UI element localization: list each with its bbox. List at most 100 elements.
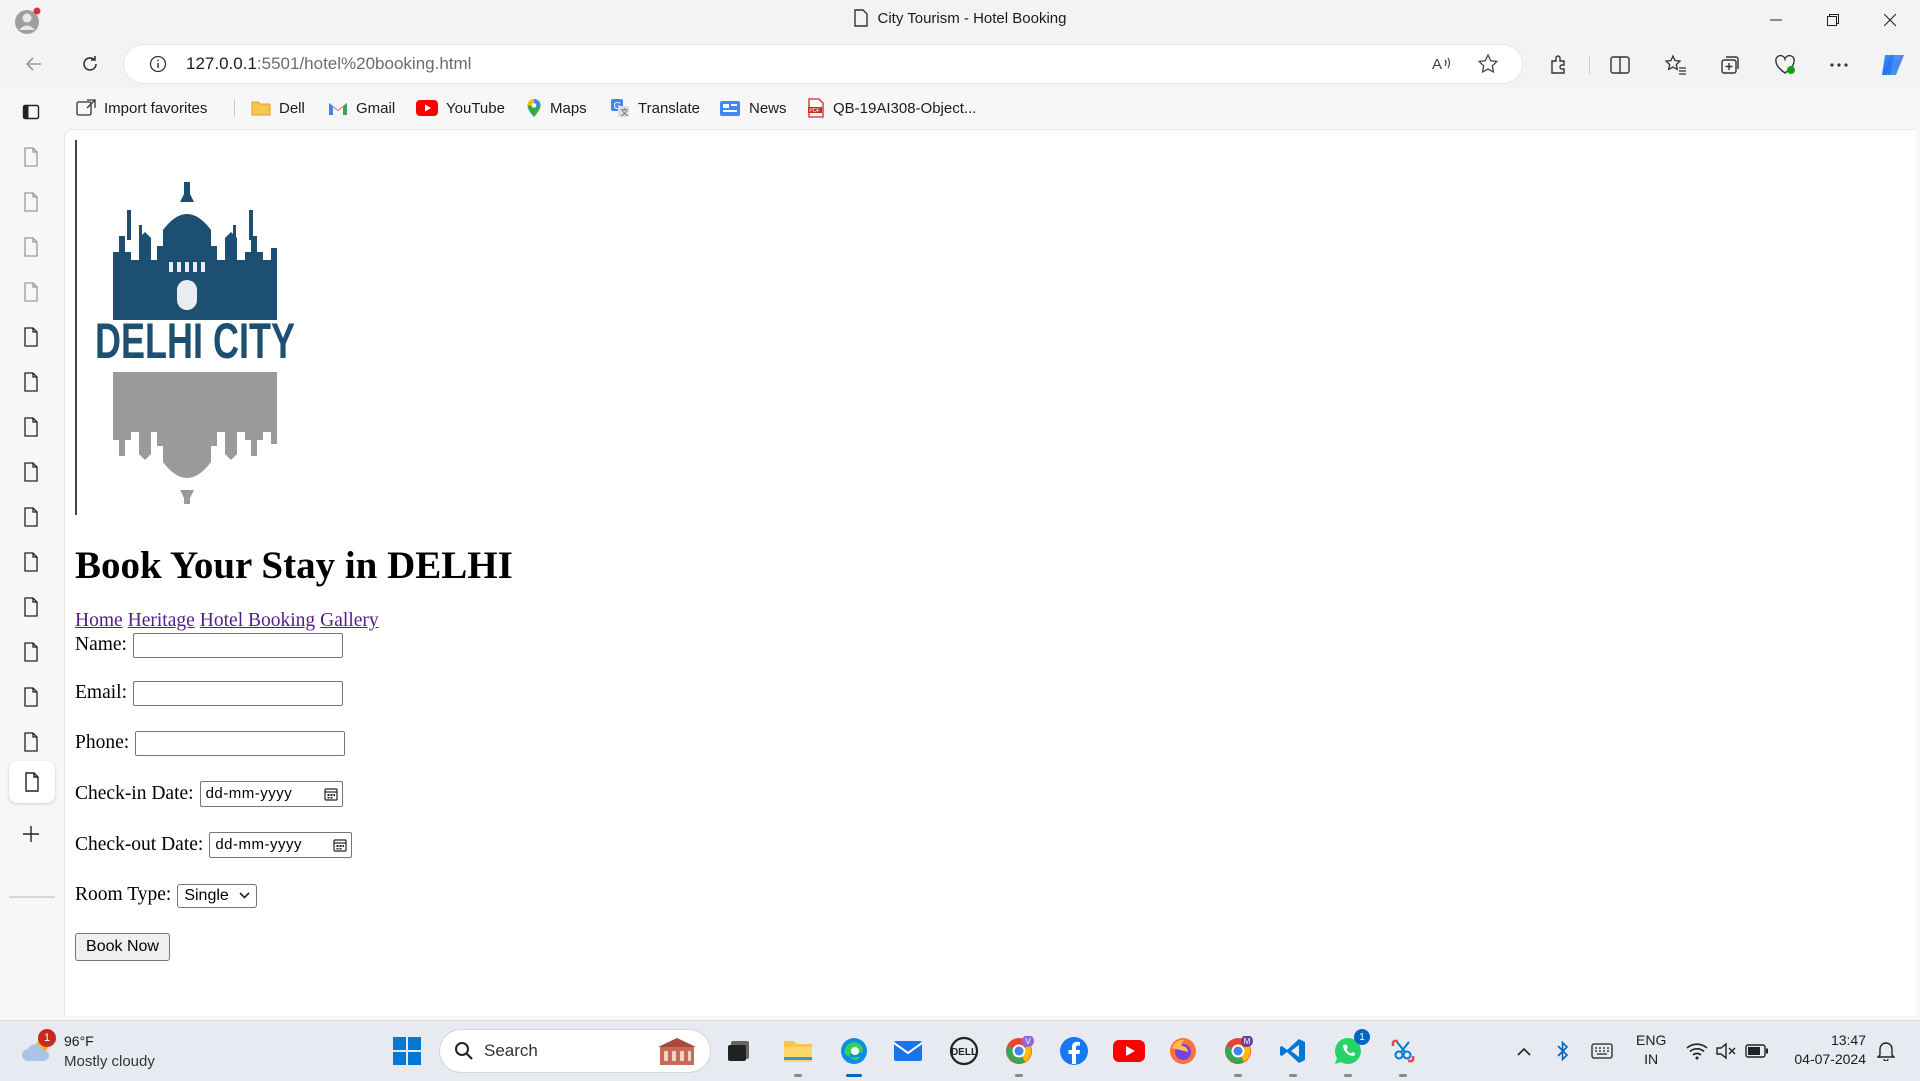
address-bar[interactable]: 127.0.0.1:5501/hotel%20booking.html A [124, 45, 1522, 83]
search-icon [454, 1041, 474, 1061]
delhi-city-logo: DELHI CITY [75, 140, 315, 515]
close-button[interactable] [1862, 0, 1918, 40]
favorite-import[interactable]: Import favorites [76, 95, 207, 121]
clock[interactable]: 13:47 04-07-2024 [1786, 1031, 1866, 1069]
tab-page-icon[interactable] [17, 593, 45, 621]
tab-actions-menu-icon[interactable] [17, 98, 45, 126]
extensions-icon[interactable] [1544, 50, 1574, 80]
back-arrow-icon[interactable] [20, 50, 48, 78]
checkout-date-input[interactable]: dd-mm-yyyy [209, 832, 353, 859]
svg-text:DELL: DELL [951, 1047, 977, 1058]
wifi-icon[interactable] [1685, 1039, 1709, 1063]
tab-page-icon[interactable] [17, 368, 45, 396]
task-view-icon[interactable] [720, 1031, 760, 1071]
weather-widget[interactable]: 1 96°F Mostly cloudy [20, 1029, 170, 1073]
whatsapp-badge: 1 [1354, 1029, 1370, 1045]
site-info-icon[interactable] [146, 52, 170, 76]
more-options-icon[interactable] [1824, 50, 1854, 80]
nav-link-home[interactable]: Home [75, 610, 123, 631]
vscode-icon[interactable] [1273, 1031, 1313, 1077]
edge-browser-icon[interactable] [834, 1031, 874, 1077]
nav-link-heritage[interactable]: Heritage [128, 610, 195, 631]
svg-text:A: A [1432, 56, 1442, 73]
tab-page-icon[interactable] [17, 413, 45, 441]
page-title: Book Your Stay in DELHI [75, 544, 513, 587]
logo-text: DELHI CITY [95, 313, 295, 369]
tab-page-icon[interactable] [17, 638, 45, 666]
taskbar-search[interactable]: Search [440, 1030, 710, 1072]
phone-input[interactable] [135, 731, 346, 757]
minimize-button[interactable] [1748, 0, 1804, 40]
volume-muted-icon[interactable] [1714, 1039, 1738, 1063]
pdf-icon: PDF [807, 98, 825, 118]
tab-page-icon[interactable] [17, 188, 45, 216]
page-content: DELHI CITY Book Your Stay in DELHI Home H… [75, 140, 513, 986]
tab-page-icon[interactable] [17, 503, 45, 531]
book-now-button[interactable]: Book Now [75, 932, 170, 961]
copilot-icon[interactable] [1878, 50, 1908, 80]
language-indicator[interactable]: ENG IN [1636, 1031, 1666, 1069]
svg-text:文: 文 [621, 107, 629, 117]
name-input[interactable] [132, 633, 343, 659]
window-title-text: City Tourism - Hotel Booking [877, 9, 1067, 27]
tab-page-icon[interactable] [17, 143, 45, 171]
favorites-list-icon[interactable] [1661, 50, 1691, 80]
refresh-icon[interactable] [76, 50, 104, 78]
show-hidden-icons-chevron-up-icon[interactable] [1512, 1039, 1536, 1063]
tab-page-icon[interactable] [17, 278, 45, 306]
tab-page-icon[interactable] [17, 548, 45, 576]
chrome-profile-v-icon[interactable]: V [999, 1031, 1039, 1077]
facebook-icon[interactable] [1054, 1031, 1094, 1071]
svg-text:M: M [1244, 1037, 1251, 1046]
file-explorer-icon[interactable] [778, 1031, 818, 1077]
notification-bell-icon[interactable] [1874, 1039, 1898, 1063]
touch-keyboard-icon[interactable] [1590, 1039, 1614, 1063]
favorite-gmail[interactable]: Gmail [328, 95, 395, 121]
checkin-date-input[interactable]: dd-mm-yyyy [199, 781, 343, 808]
favorite-news[interactable]: News [719, 95, 787, 121]
room-type-select[interactable]: Single [177, 883, 258, 908]
favorite-maps[interactable]: Maps [526, 95, 587, 121]
nav-link-hotel-booking[interactable]: Hotel Booking [200, 610, 315, 631]
new-tab-plus-icon[interactable] [17, 820, 45, 848]
favorite-dell[interactable]: Dell [251, 95, 305, 121]
tab-page-icon[interactable] [17, 458, 45, 486]
browser-essentials-icon[interactable] [1770, 50, 1800, 80]
import-icon [76, 99, 96, 117]
url-text[interactable]: 127.0.0.1:5501/hotel%20booking.html [186, 54, 471, 74]
collections-icon[interactable] [1715, 50, 1745, 80]
calendar-icon[interactable] [323, 787, 338, 801]
mail-icon[interactable] [888, 1031, 928, 1071]
tab-active-page-icon[interactable] [9, 761, 55, 803]
tab-page-icon[interactable] [17, 683, 45, 711]
split-screen-icon[interactable] [1605, 50, 1635, 80]
email-label: Email: [75, 682, 127, 704]
dell-app-icon[interactable]: DELL [944, 1031, 984, 1071]
tab-page-icon[interactable] [17, 323, 45, 351]
favorite-translate[interactable]: G文 Translate [610, 95, 700, 121]
battery-icon[interactable] [1745, 1039, 1769, 1063]
favorite-youtube[interactable]: YouTube [416, 95, 505, 121]
read-aloud-icon[interactable]: A [1430, 52, 1454, 76]
email-input[interactable] [133, 681, 343, 707]
calendar-icon[interactable] [333, 838, 347, 852]
favorite-star-icon[interactable] [1476, 52, 1500, 76]
chrome-profile-m-icon[interactable]: M [1218, 1031, 1258, 1077]
bluetooth-icon[interactable] [1551, 1039, 1575, 1063]
youtube-app-icon[interactable] [1109, 1031, 1149, 1071]
checkout-label: Check-out Date: [75, 833, 204, 855]
restore-button[interactable] [1805, 0, 1861, 40]
snipping-tool-icon[interactable] [1383, 1031, 1423, 1077]
favorite-pdf[interactable]: PDF QB-19AI308-Object... [807, 95, 976, 121]
firefox-icon[interactable] [1163, 1031, 1203, 1071]
gmail-icon [328, 101, 348, 116]
page-viewport: DELHI CITY Book Your Stay in DELHI Home H… [64, 129, 1916, 1016]
phone-label: Phone: [75, 732, 130, 754]
whatsapp-icon[interactable]: 1 [1328, 1029, 1370, 1077]
maps-pin-icon [526, 98, 542, 118]
weather-badge: 1 [38, 1029, 56, 1047]
tab-page-icon[interactable] [17, 728, 45, 756]
tab-page-icon[interactable] [17, 233, 45, 261]
nav-link-gallery[interactable]: Gallery [320, 610, 378, 631]
windows-start-icon[interactable] [387, 1031, 427, 1071]
